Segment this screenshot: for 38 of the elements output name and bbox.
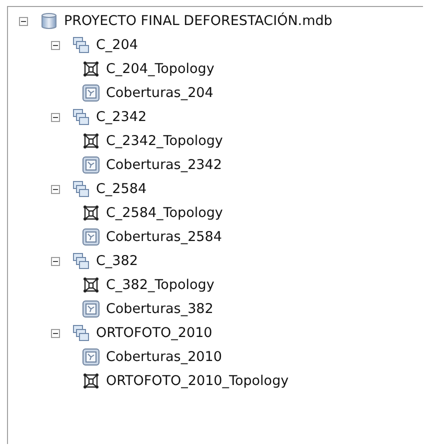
feature-class-icon (82, 300, 100, 318)
tree-item[interactable]: C_204 (96, 36, 138, 54)
collapse-toggle[interactable] (50, 256, 61, 266)
tree-item[interactable]: ORTOFOTO_2010 (96, 324, 212, 342)
tree-item[interactable]: Coberturas_2010 (106, 348, 222, 366)
topology-icon (82, 372, 100, 390)
tree-item[interactable]: Coberturas_2342 (106, 156, 222, 174)
feature-class-icon (82, 84, 100, 102)
dataset-icon (72, 108, 90, 126)
tree-item[interactable]: ORTOFOTO_2010_Topology (106, 372, 289, 390)
topology-icon (82, 204, 100, 222)
tree-item[interactable]: C_2342 (96, 108, 147, 126)
dataset-icon (72, 36, 90, 54)
tree-item[interactable]: C_2342_Topology (106, 132, 223, 150)
tree-item[interactable]: C_382_Topology (106, 276, 214, 294)
database-icon (40, 12, 58, 30)
topology-icon (82, 132, 100, 150)
topology-icon (82, 276, 100, 294)
topology-icon (82, 60, 100, 78)
collapse-toggle[interactable] (50, 328, 61, 338)
tree-item[interactable]: C_382 (96, 252, 138, 270)
tree-item[interactable]: Coberturas_2584 (106, 228, 222, 246)
dataset-icon (72, 252, 90, 270)
tree-item[interactable]: C_2584 (96, 180, 147, 198)
collapse-toggle[interactable] (18, 16, 29, 26)
collapse-toggle[interactable] (50, 112, 61, 122)
tree-item[interactable]: Coberturas_204 (106, 84, 214, 102)
feature-class-icon (82, 348, 100, 366)
tree-item[interactable]: C_2584_Topology (106, 204, 223, 222)
collapse-toggle[interactable] (50, 40, 61, 50)
feature-class-icon (82, 156, 100, 174)
feature-class-icon (82, 228, 100, 246)
tree-item[interactable]: PROYECTO FINAL DEFORESTACIÓN.mdb (64, 12, 332, 30)
dataset-icon (72, 324, 90, 342)
collapse-toggle[interactable] (50, 184, 61, 194)
tree-item[interactable]: C_204_Topology (106, 60, 214, 78)
dataset-icon (72, 180, 90, 198)
tree-item[interactable]: Coberturas_382 (106, 300, 214, 318)
